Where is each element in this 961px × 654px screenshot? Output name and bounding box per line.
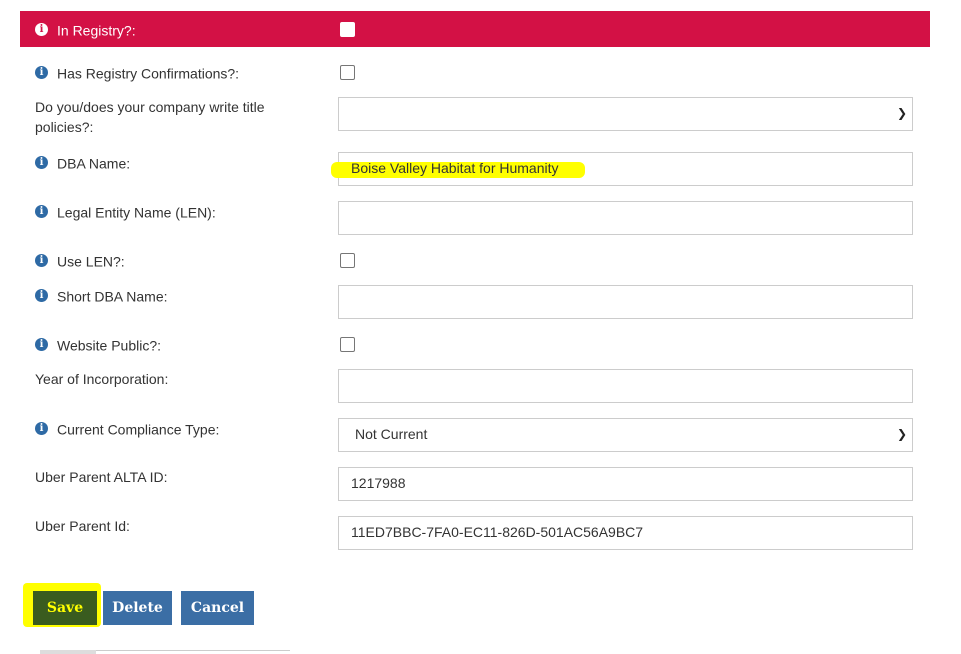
in-registry-label: i In Registry?:: [35, 19, 136, 40]
dba-name-input[interactable]: Boise Valley Habitat for Humanity: [331, 152, 913, 186]
website-public-row: i Website Public?:: [20, 334, 930, 358]
year-of-incorporation-label: Year of Incorporation:: [35, 371, 169, 387]
uber-parent-alta-id-label: Uber Parent ALTA ID:: [35, 469, 168, 485]
has-registry-confirmations-row: i Has Registry Confirmations?:: [20, 62, 930, 86]
compliance-type-value: Not Current: [355, 426, 428, 442]
year-of-incorporation-input[interactable]: [338, 369, 913, 403]
uber-parent-alta-id-input[interactable]: 1217988: [338, 467, 913, 501]
info-icon[interactable]: i: [35, 288, 48, 302]
dba-name-value: Boise Valley Habitat for Humanity: [351, 160, 559, 176]
delete-button[interactable]: Delete: [103, 591, 172, 625]
save-label: Save: [46, 600, 84, 616]
website-public-label: i Website Public?:: [35, 334, 161, 355]
info-icon[interactable]: i: [35, 421, 48, 435]
uber-parent-id-input[interactable]: 11ED7BBC-7FA0-EC11-826D-501AC56A9BC7: [338, 516, 913, 550]
short-dba-name-row: i Short DBA Name:: [20, 285, 930, 319]
title-policies-row: Do you/does your company write title pol…: [20, 97, 930, 137]
use-len-row: i Use LEN?:: [20, 250, 930, 274]
legal-entity-name-input[interactable]: [338, 201, 913, 235]
has-registry-confirmations-checkbox[interactable]: [340, 65, 355, 80]
in-registry-row: i In Registry?:: [20, 11, 930, 47]
save-button[interactable]: Save: [33, 591, 97, 625]
uber-parent-alta-id-row: Uber Parent ALTA ID: 1217988: [20, 467, 930, 501]
info-icon[interactable]: i: [35, 253, 48, 267]
compliance-type-row: i Current Compliance Type: Not Current ❯: [20, 418, 930, 452]
title-policies-label: Do you/does your company write title pol…: [35, 99, 265, 135]
dba-name-row: i DBA Name: Boise Valley Habitat for Huma…: [20, 152, 930, 186]
chevron-down-icon: ❯: [896, 427, 907, 441]
cancel-label: Cancel: [190, 600, 245, 616]
uber-parent-alta-id-value: 1217988: [351, 475, 406, 491]
info-icon[interactable]: i: [35, 337, 48, 351]
title-policies-select[interactable]: ❯: [338, 97, 913, 131]
short-dba-name-label: i Short DBA Name:: [35, 285, 168, 306]
dba-name-label: i DBA Name:: [35, 152, 130, 173]
info-icon[interactable]: i: [35, 65, 48, 79]
cancel-button[interactable]: Cancel: [181, 591, 254, 625]
use-len-label: i Use LEN?:: [35, 250, 125, 271]
delete-label: Delete: [112, 600, 163, 616]
legal-entity-name-label: i Legal Entity Name (LEN):: [35, 201, 216, 222]
info-icon[interactable]: i: [35, 155, 48, 169]
info-icon[interactable]: i: [35, 204, 48, 218]
compliance-type-select[interactable]: Not Current ❯: [338, 418, 913, 452]
short-dba-name-input[interactable]: [338, 285, 913, 319]
chevron-down-icon: ❯: [896, 106, 907, 120]
legal-entity-name-row: i Legal Entity Name (LEN):: [20, 201, 930, 235]
use-len-checkbox[interactable]: [340, 253, 355, 268]
year-of-incorporation-row: Year of Incorporation:: [20, 369, 930, 403]
website-public-checkbox[interactable]: [340, 337, 355, 352]
bottom-tab-strip: [40, 650, 290, 654]
info-icon[interactable]: i: [35, 22, 48, 36]
compliance-type-label: i Current Compliance Type:: [35, 418, 219, 439]
in-registry-checkbox[interactable]: [340, 22, 355, 37]
uber-parent-id-value: 11ED7BBC-7FA0-EC11-826D-501AC56A9BC7: [351, 524, 644, 540]
has-registry-confirmations-label: i Has Registry Confirmations?:: [35, 62, 239, 83]
uber-parent-id-label: Uber Parent Id:: [35, 518, 130, 534]
uber-parent-id-row: Uber Parent Id: 11ED7BBC-7FA0-EC11-826D-…: [20, 516, 930, 550]
bottom-tab-active: [40, 650, 96, 654]
